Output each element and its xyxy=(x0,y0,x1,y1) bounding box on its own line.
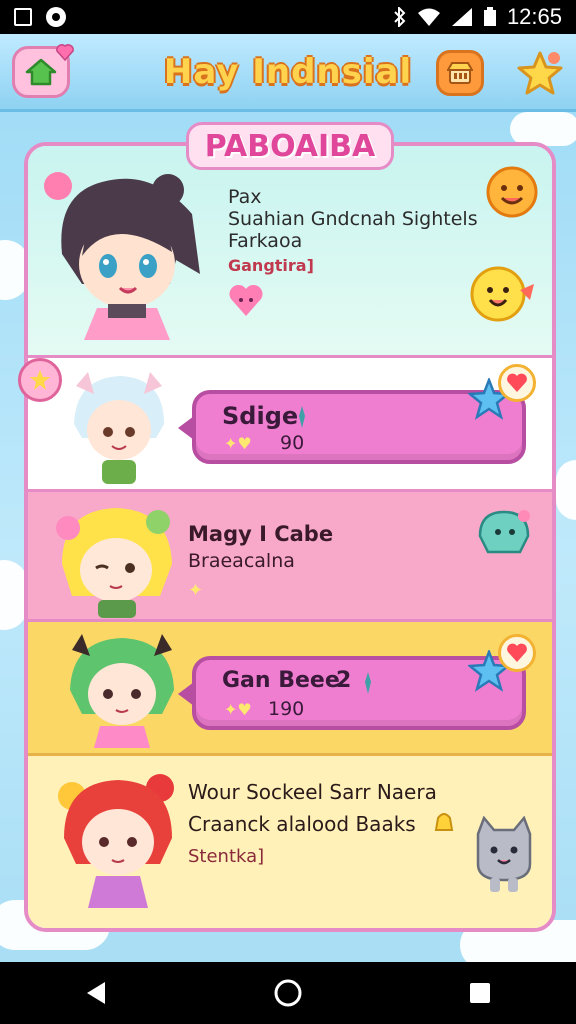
character-avatar xyxy=(70,634,174,748)
shop-button[interactable] xyxy=(436,50,484,96)
bluetooth-icon xyxy=(394,7,406,27)
sparkle-icon xyxy=(365,672,371,694)
list-item[interactable]: Sdige ✦♥ 90 xyxy=(28,358,552,492)
row-line-2: Braeacalna xyxy=(188,550,295,572)
favorites-button[interactable] xyxy=(514,48,566,100)
bubble-tail xyxy=(178,416,194,440)
heart-face-icon xyxy=(229,284,263,316)
gallery-notification-icon xyxy=(14,8,32,26)
row-line-3: Farkaoa xyxy=(228,230,303,252)
bell-icon xyxy=(434,813,454,831)
star-icon: ✦ xyxy=(188,580,204,601)
clock: 12:65 xyxy=(506,4,562,29)
record-notification-icon xyxy=(46,7,66,27)
row-tag: Gangtira] xyxy=(228,256,314,275)
bubble-value: 190 xyxy=(268,698,305,720)
page-title: Hay Indnsial xyxy=(163,51,413,92)
row-line-2: Craanck alalood Baaks xyxy=(188,812,416,836)
heart-icon xyxy=(56,44,74,61)
cat-mascot-icon xyxy=(476,816,532,892)
battery-icon xyxy=(483,7,496,26)
row-line-1: Pax xyxy=(228,186,262,208)
star-icon xyxy=(517,51,563,95)
list-item[interactable]: Magy I Cabe Braeacalna ✦ xyxy=(28,492,552,622)
favorite-badge[interactable] xyxy=(498,364,536,402)
character-avatar xyxy=(44,172,200,340)
heart-icon xyxy=(507,643,527,662)
back-triangle-icon xyxy=(87,982,105,1004)
blob-monster-icon xyxy=(478,510,530,554)
panel-title: PABOAIBA xyxy=(204,128,376,164)
bubble-label-number: 2 xyxy=(336,668,352,693)
smiley-sun-icon xyxy=(486,166,538,218)
heart-icon xyxy=(507,373,527,392)
status-bar: 12:65 xyxy=(0,0,576,34)
cloud-decoration xyxy=(510,112,576,146)
back-button[interactable] xyxy=(66,973,126,1013)
character-avatar xyxy=(74,372,164,484)
row-line-2: Suahian Gndcnah Sightels xyxy=(228,208,478,230)
home-nav-button[interactable] xyxy=(258,973,318,1013)
row-tag: Stentka] xyxy=(188,846,265,867)
star-icon: ✦♥ xyxy=(224,700,252,719)
bubble-tail xyxy=(178,682,194,706)
system-nav-bar xyxy=(0,962,576,1024)
row-line-1: Magy I Cabe xyxy=(188,522,334,546)
chat-bubble-icon[interactable] xyxy=(18,358,62,402)
favorite-badge[interactable] xyxy=(498,634,536,672)
bubble-label: Sdige xyxy=(222,402,299,430)
app-header: Hay Indnsial xyxy=(0,34,576,112)
character-list-panel: Pax Suahian Gndcnah Sightels Farkaoa Gan… xyxy=(24,142,556,932)
home-circle-icon xyxy=(274,979,302,1007)
list-item[interactable]: Gan Beee 2 ✦♥ 190 xyxy=(28,622,552,756)
recents-square-icon xyxy=(470,983,490,1003)
recents-button[interactable] xyxy=(450,973,510,1013)
shop-icon xyxy=(447,62,473,84)
wifi-icon xyxy=(417,8,440,26)
panel-title-banner: PABOAIBA xyxy=(186,122,394,170)
list-item[interactable]: Wour Sockeel Sarr Naera Craanck alalood … xyxy=(28,756,552,928)
character-avatar xyxy=(58,774,174,908)
bird-mascot-icon xyxy=(470,266,534,322)
list-item[interactable]: Pax Suahian Gndcnah Sightels Farkaoa Gan… xyxy=(28,146,552,358)
home-icon xyxy=(25,58,57,86)
star-icon xyxy=(30,370,50,390)
home-button[interactable] xyxy=(12,44,74,98)
bubble-value: 90 xyxy=(280,432,305,454)
star-icon: ✦♥ xyxy=(224,434,252,453)
row-line-1: Wour Sockeel Sarr Naera xyxy=(188,780,437,804)
cloud-decoration xyxy=(556,460,576,520)
sparkle-icon xyxy=(299,406,305,428)
character-avatar xyxy=(56,508,172,618)
bubble-label: Gan Beee xyxy=(222,668,340,693)
signal-icon xyxy=(451,8,472,26)
